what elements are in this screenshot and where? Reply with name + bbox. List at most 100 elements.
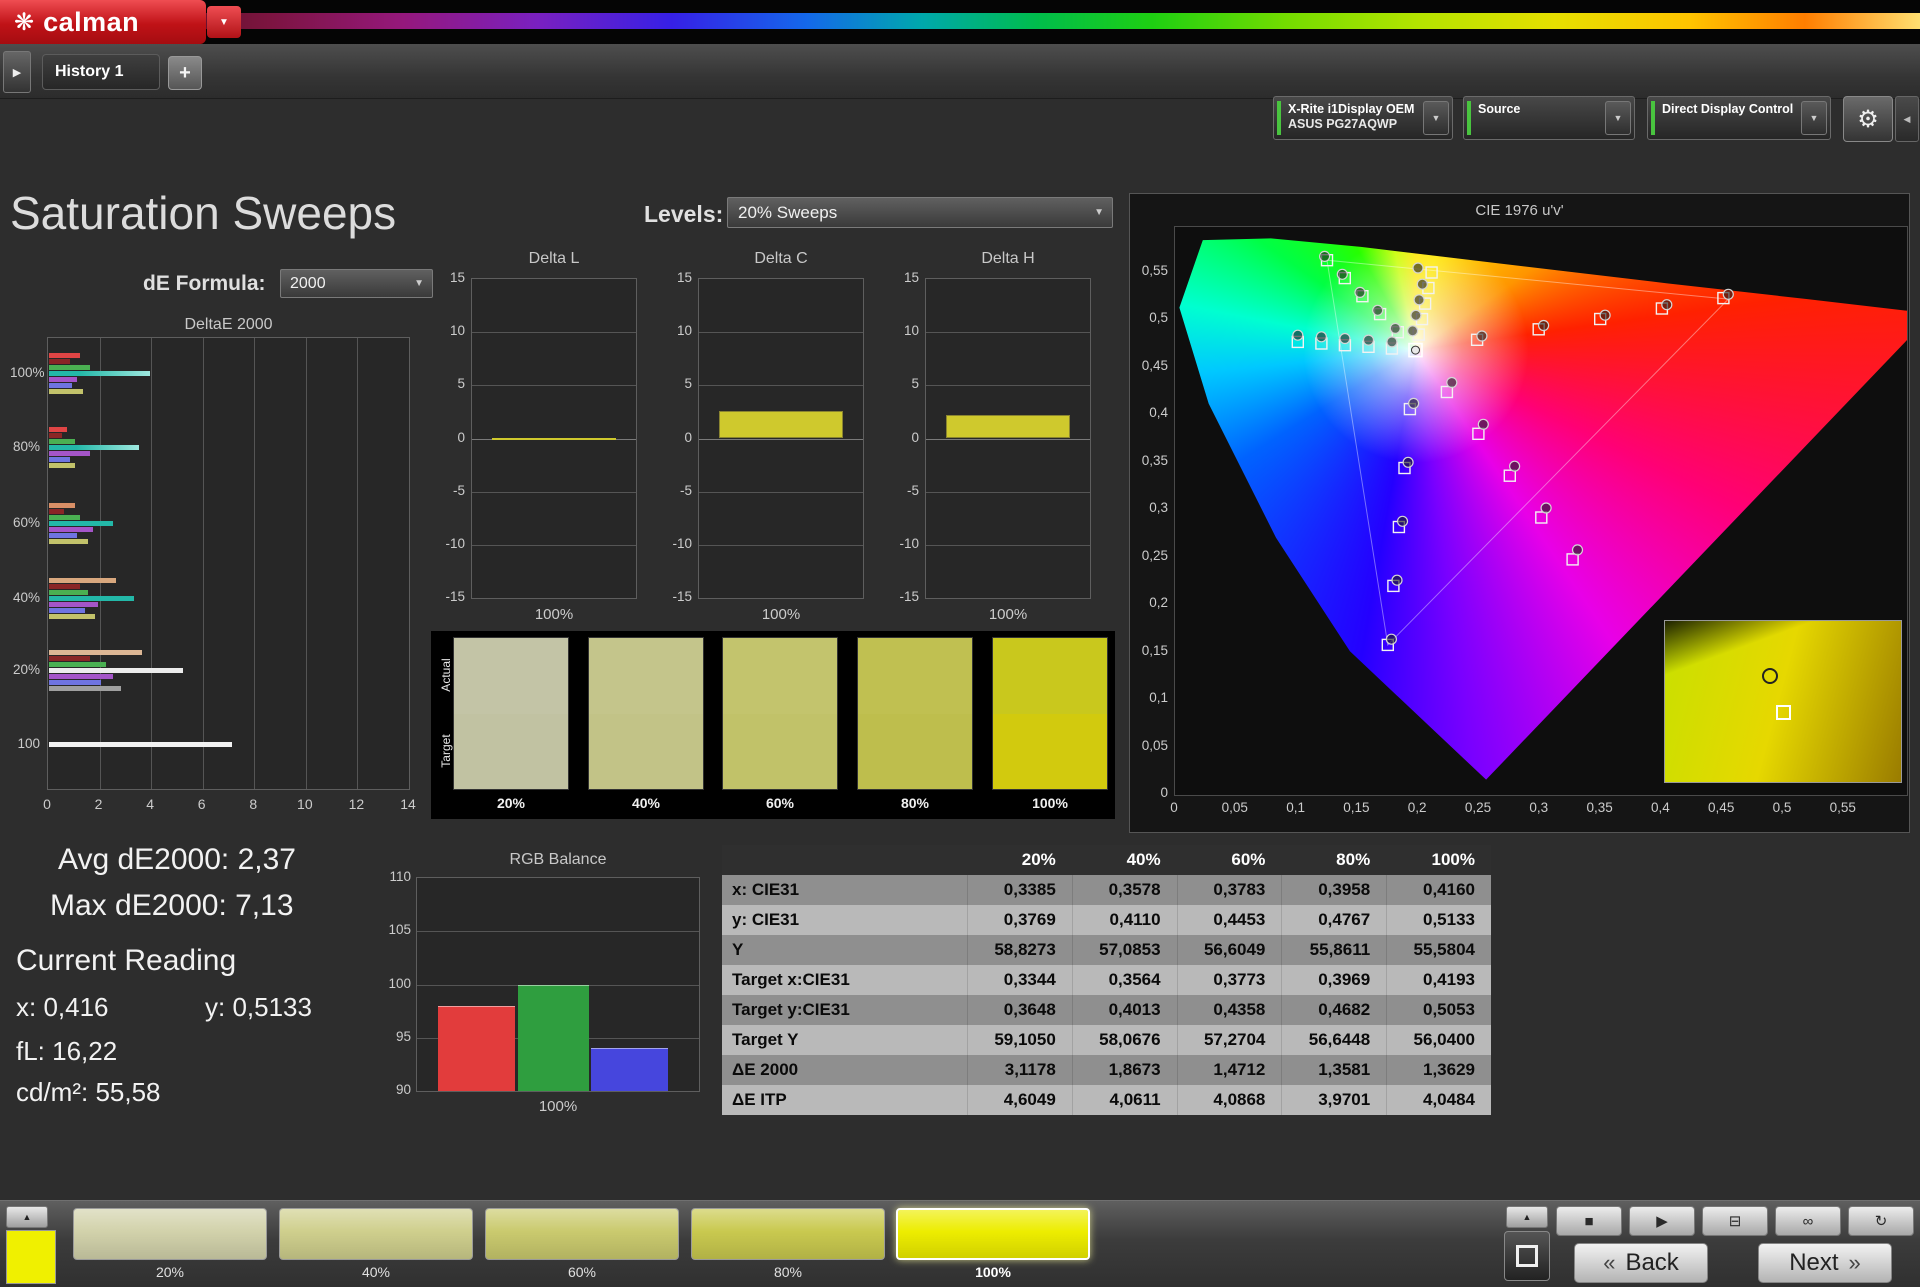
deltae-axis-label: 100% (10, 365, 45, 380)
settings-button[interactable]: ⚙ (1843, 96, 1893, 142)
plot-area (698, 278, 864, 599)
media-button-4[interactable]: ↻ (1848, 1206, 1914, 1236)
next-button[interactable]: Next » (1758, 1243, 1892, 1283)
de-formula-dropdown[interactable]: 2000 ▼ (280, 269, 433, 298)
toolbar-swatch-80%[interactable] (691, 1208, 885, 1260)
table-cell: 4,0868 (1176, 1085, 1282, 1115)
cie-measured-point (1509, 460, 1521, 472)
toolbar-swatch-40%[interactable] (279, 1208, 473, 1260)
deltae-axis-label: 80% (12, 439, 40, 454)
cie-axis-label: 0,2 (1149, 595, 1168, 610)
de-formula-label: dE Formula: (143, 272, 266, 295)
cie-measured-point (1402, 456, 1414, 468)
gear-icon: ⚙ (1857, 105, 1879, 133)
saturation-swatch-20% (453, 637, 569, 790)
deltae-bar (49, 668, 184, 673)
current-y: y: 0,5133 (205, 992, 312, 1022)
toolbar-swatch-label: 80% (773, 1264, 803, 1280)
pattern-window-button[interactable] (1504, 1231, 1550, 1281)
y-axis-labels: 110 105 100 95 90 (381, 851, 414, 1116)
cie-measured-point (1476, 330, 1488, 342)
saturation-swatch-40% (588, 637, 704, 790)
x-axis-labels: 0 2 4 6 8 10 12 14 (10, 796, 416, 816)
table-cell: 55,5804 (1386, 935, 1491, 965)
table-cell: 0,4767 (1281, 905, 1387, 935)
levels-label: Levels: (644, 201, 724, 227)
chevron-down-icon[interactable]: ▼ (1605, 101, 1631, 135)
chevron-down-icon[interactable]: ▼ (1801, 101, 1827, 135)
meter-connected-indicator (1277, 101, 1281, 135)
cie-measured-point (1722, 288, 1734, 300)
levels-dropdown[interactable]: 20% Sweeps ▼ (727, 197, 1113, 228)
y-axis-labels: 15 10 5 0 -5 -10 -15 (662, 250, 694, 632)
table-column-header: 80% (1281, 845, 1387, 875)
deltae-bar (49, 377, 78, 382)
max-de2000: Max dE2000: 7,13 (50, 889, 294, 922)
tab-history-1[interactable]: History 1 (42, 54, 160, 90)
deltae-bar-group (49, 427, 140, 469)
saturation-swatch-80% (857, 637, 973, 790)
chevron-down-icon[interactable]: ▼ (1423, 101, 1449, 135)
plot-area (47, 337, 410, 790)
expand-right-button[interactable]: ▲ (1506, 1206, 1548, 1228)
back-button[interactable]: « Back (1574, 1243, 1708, 1283)
media-button-2[interactable]: ⊟ (1702, 1206, 1768, 1236)
table-cell: 0,4193 (1386, 965, 1491, 995)
table-row: Target y:CIE31 0,3648 0,4013 0,4358 0,4682 0,… (722, 995, 1491, 1025)
deltae-bar (49, 527, 93, 532)
media-button-3[interactable]: ∞ (1775, 1206, 1841, 1236)
source-button[interactable]: Source ▼ (1463, 96, 1635, 140)
deltae-bar (49, 383, 73, 388)
delta-axis-label: 10 (903, 323, 919, 339)
cie-axis-label: 0,4 (1149, 405, 1168, 420)
expand-left-button[interactable]: ▲ (6, 1206, 48, 1228)
cie-measured-point (1408, 397, 1420, 409)
y-axis-labels: 15 10 5 0 -5 -10 -15 (435, 250, 467, 632)
cie-measured-point (1292, 329, 1304, 341)
table-cell: 0,3783 (1176, 875, 1282, 905)
measurement-controls: ■ ▶ ⊟ ∞ ↻ (1556, 1206, 1914, 1236)
delta-axis-label: 0 (911, 429, 919, 445)
table-row: ΔE 2000 3,1178 1,8673 1,4712 1,3581 1,3629 (722, 1055, 1491, 1085)
table-cell: 0,3385 (967, 875, 1072, 905)
meter-display: ASUS PG27AQWP (1288, 117, 1398, 131)
delta-gridline (699, 491, 863, 493)
meter-button[interactable]: X-Rite i1Display OEM ASUS PG27AQWP ▼ (1273, 96, 1453, 140)
chevron-right-icon: » (1848, 1250, 1861, 1275)
toolbar-swatch-20%[interactable] (73, 1208, 267, 1260)
cie-axis-label: 0,15 (1141, 642, 1168, 658)
y-axis-labels: 0 0,05 0,1 0,15 0,2 0,25 0,3 0,35 0,4 0,45 0,5 0,55 (1130, 194, 1170, 834)
collapse-button[interactable]: ▶ (3, 51, 31, 93)
media-button-1[interactable]: ▶ (1629, 1206, 1695, 1236)
table-cell: 1,8673 (1071, 1055, 1177, 1085)
table-cell: 56,6049 (1176, 935, 1282, 965)
toolbar-swatch-60%[interactable] (485, 1208, 679, 1260)
add-tab-button[interactable]: + (168, 56, 202, 90)
table-cell: 0,5133 (1386, 905, 1491, 935)
panel-collapse-button[interactable]: ◀ (1895, 96, 1919, 142)
swatch-actual (858, 638, 972, 714)
display-control-button[interactable]: Direct Display Control ▼ (1647, 96, 1831, 140)
swatch-label: 100% (1032, 795, 1068, 811)
deltae-axis-label: 2 (94, 796, 103, 812)
deltae-gridline (357, 338, 359, 789)
calman-logo[interactable]: ❋ calman (0, 0, 206, 44)
delta-axis-label: 5 (911, 376, 919, 392)
delta-axis-label: 5 (457, 376, 465, 392)
cie-measured-point (1396, 515, 1409, 527)
deltae-bar (49, 451, 91, 456)
calman-menu-button[interactable]: ▼ (207, 6, 241, 38)
delta-axis-label: 10 (676, 323, 692, 339)
delta-gridline (699, 438, 863, 440)
spectrum-strip (0, 13, 1920, 29)
cie-axis-label: 0,5 (1149, 310, 1168, 325)
cie-axis-label: 0,45 (1708, 800, 1735, 815)
cie-target-point (1425, 266, 1438, 279)
media-button-0[interactable]: ■ (1556, 1206, 1622, 1236)
deltae-axis-label: 0 (43, 796, 51, 812)
toolbar-swatch-100%[interactable] (896, 1208, 1090, 1260)
swatch-actual (723, 638, 837, 714)
deltae-axis-label: 4 (146, 796, 155, 812)
deltae-bar (49, 584, 80, 589)
chart-title: Delta H (981, 250, 1035, 267)
